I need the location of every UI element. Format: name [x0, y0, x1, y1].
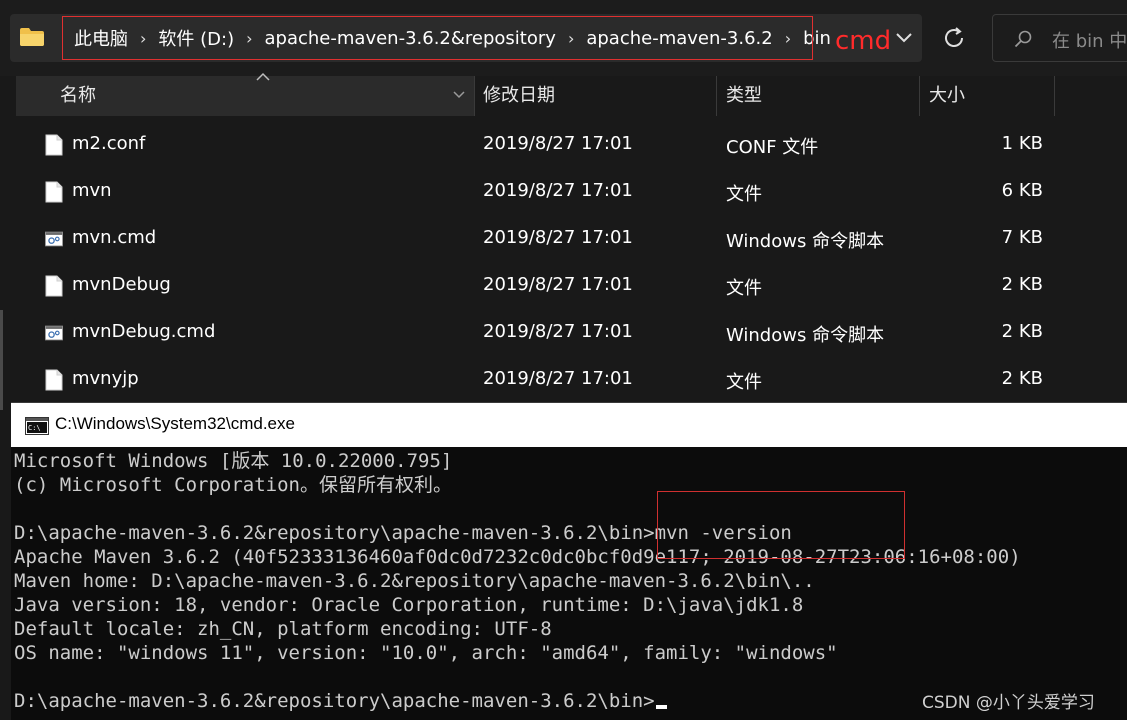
cmd-window[interactable]: C:\ C:\Windows\System32\cmd.exe Microsof…	[11, 402, 1127, 720]
file-size: 2 KB	[1001, 321, 1043, 342]
console-line: Java version: 18, vendor: Oracle Corpora…	[14, 594, 804, 616]
chevron-down-icon[interactable]	[893, 26, 915, 48]
file-icon	[45, 134, 63, 156]
file-size: 2 KB	[1001, 368, 1043, 389]
file-modified: 2019/8/27 17:01	[483, 180, 633, 201]
file-name: mvnDebug	[72, 274, 171, 295]
annotation-label: cmd	[835, 26, 892, 56]
folder-icon	[20, 28, 44, 46]
watermark: CSDN @小丫头爱学习	[922, 693, 1095, 713]
search-placeholder: 在 bin 中	[1052, 31, 1127, 52]
cmd-script-icon	[45, 325, 63, 341]
console-line: Maven home: D:\apache-maven-3.6.2&reposi…	[14, 570, 815, 592]
file-icon	[45, 369, 63, 391]
address-highlight-box	[62, 16, 813, 60]
file-modified: 2019/8/27 17:01	[483, 368, 633, 389]
file-name: mvn	[72, 180, 112, 201]
refresh-icon[interactable]	[940, 24, 968, 52]
command-highlight-box	[657, 491, 905, 559]
cmd-script-icon	[45, 231, 63, 247]
file-row[interactable]: mvnyjp 2019/8/27 17:01 文件 2 KB	[0, 357, 1127, 404]
file-name: m2.conf	[72, 133, 146, 154]
file-type: Windows 命令脚本	[726, 231, 885, 252]
file-modified: 2019/8/27 17:01	[483, 227, 633, 248]
column-header-size[interactable]: 大小	[929, 76, 965, 116]
file-name: mvn.cmd	[72, 227, 157, 248]
console-line: OS name: "windows 11", version: "10.0", …	[14, 642, 838, 664]
cmd-app-icon: C:\	[25, 417, 49, 435]
file-size: 7 KB	[1001, 227, 1043, 248]
column-divider[interactable]	[919, 76, 920, 116]
console-line: Microsoft Windows [版本 10.0.22000.795]	[14, 450, 453, 472]
chevron-down-icon[interactable]	[452, 90, 466, 100]
file-name: mvnDebug.cmd	[72, 321, 216, 342]
file-row[interactable]: mvn 2019/8/27 17:01 文件 6 KB	[0, 169, 1127, 216]
file-icon	[45, 275, 63, 297]
column-divider[interactable]	[716, 76, 717, 116]
svg-text:C:\: C:\	[28, 424, 41, 432]
column-header-name[interactable]: 名称	[60, 76, 96, 116]
column-divider[interactable]	[1054, 76, 1055, 116]
search-icon	[1014, 30, 1032, 48]
column-header-type[interactable]: 类型	[726, 76, 762, 116]
sort-ascending-icon	[256, 72, 270, 81]
column-divider[interactable]	[474, 76, 475, 116]
file-type: CONF 文件	[726, 137, 819, 158]
file-type: Windows 命令脚本	[726, 325, 885, 346]
file-modified: 2019/8/27 17:01	[483, 274, 633, 295]
scrollbar[interactable]	[0, 310, 3, 410]
file-size: 1 KB	[1001, 133, 1043, 154]
file-type: 文件	[726, 372, 762, 393]
file-modified: 2019/8/27 17:01	[483, 133, 633, 154]
cmd-title-bar[interactable]: C:\ C:\Windows\System32\cmd.exe	[11, 403, 1127, 447]
file-row[interactable]: mvnDebug 2019/8/27 17:01 文件 2 KB	[0, 263, 1127, 310]
text-cursor	[655, 705, 667, 709]
file-icon	[45, 181, 63, 203]
file-name: mvnyjp	[72, 368, 139, 389]
file-row[interactable]: mvnDebug.cmd 2019/8/27 17:01 Windows 命令脚本 2…	[0, 310, 1127, 357]
file-type: 文件	[726, 278, 762, 299]
console-line: D:\apache-maven-3.6.2&repository\apache-…	[14, 689, 1021, 713]
file-modified: 2019/8/27 17:01	[483, 321, 633, 342]
file-row[interactable]: mvn.cmd 2019/8/27 17:01 Windows 命令脚本 7 KB	[0, 216, 1127, 263]
file-row[interactable]: m2.conf 2019/8/27 17:01 CONF 文件 1 KB	[0, 122, 1127, 169]
console-output[interactable]: Microsoft Windows [版本 10.0.22000.795] (c)…	[14, 449, 1021, 713]
file-type: 文件	[726, 184, 762, 205]
file-size: 2 KB	[1001, 274, 1043, 295]
console-line: Default locale: zh_CN, platform encoding…	[14, 618, 552, 640]
file-size: 6 KB	[1001, 180, 1043, 201]
cmd-title: C:\Windows\System32\cmd.exe	[55, 414, 295, 433]
column-header-modified[interactable]: 修改日期	[483, 76, 555, 116]
